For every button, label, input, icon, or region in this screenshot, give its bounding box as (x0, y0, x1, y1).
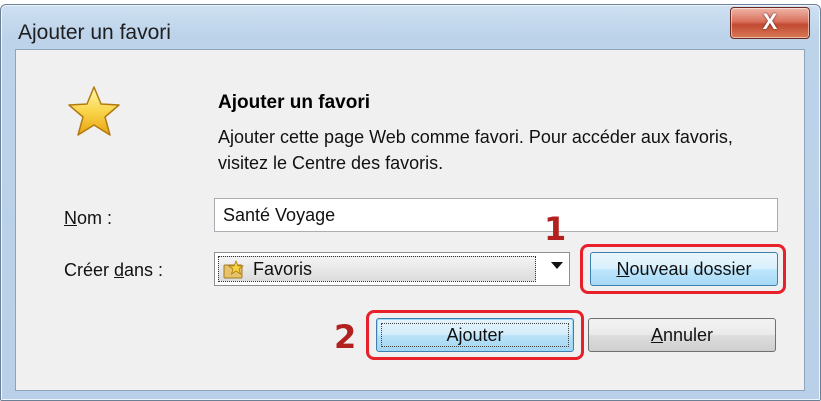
callout-number-1: 1 (544, 210, 567, 248)
folder-select-value: Favoris (218, 256, 536, 282)
dialog-window: Ajouter un favori X Ajouter un favori Aj… (0, 4, 821, 401)
name-input[interactable] (214, 198, 778, 232)
folder-select[interactable]: Favoris (214, 252, 570, 286)
folder-select-text: Favoris (253, 259, 313, 279)
cancel-button[interactable]: Annuler (588, 318, 776, 352)
name-label: Nom : (64, 208, 113, 228)
close-icon: X (762, 9, 778, 34)
title-bar[interactable]: Ajouter un favori X (1, 5, 820, 53)
callout-ring-2 (366, 310, 584, 360)
favorites-folder-icon (223, 259, 245, 279)
close-button[interactable]: X (730, 7, 810, 39)
create-in-label: Créer dans : (64, 260, 164, 280)
dialog-body: Ajouter un favori Ajouter cette page Web… (15, 49, 805, 391)
dialog-description: Ajouter cette page Web comme favori. Pou… (218, 127, 733, 173)
window-title: Ajouter un favori (18, 21, 171, 44)
star-icon (68, 86, 120, 136)
chevron-down-icon[interactable] (551, 262, 563, 269)
callout-ring-1 (580, 244, 786, 294)
callout-number-2: 2 (334, 318, 357, 356)
dialog-heading: Ajouter un favori (218, 92, 371, 113)
